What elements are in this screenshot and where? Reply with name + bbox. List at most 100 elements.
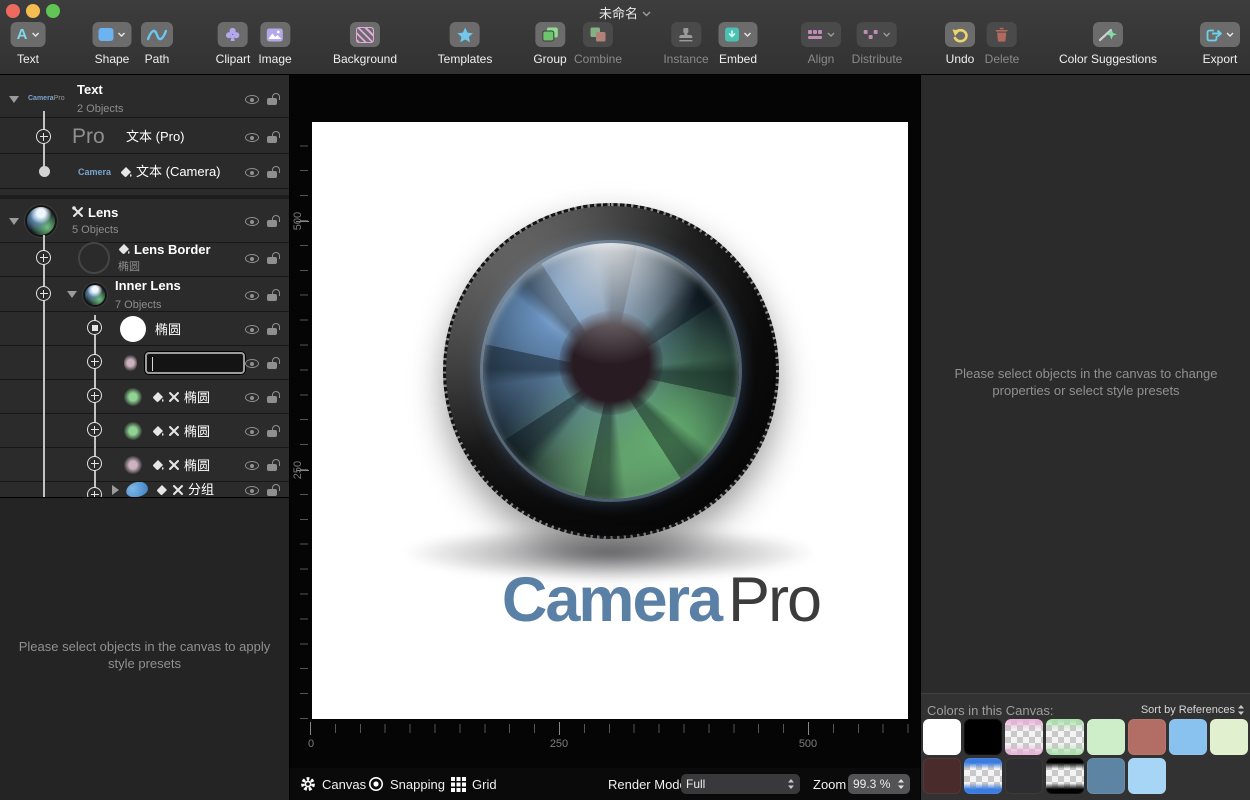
zoom-stepper[interactable]: 99.3 % [848,774,910,794]
embed-button[interactable]: Embed [719,22,758,66]
disclosure-triangle[interactable] [9,96,19,103]
visibility-eye-icon[interactable] [245,483,260,497]
color-swatch[interactable] [1005,719,1043,755]
snapping-icon [368,776,384,792]
visibility-eye-icon[interactable] [245,92,260,106]
visibility-eye-icon[interactable] [245,251,260,265]
visibility-eye-icon[interactable] [245,165,260,179]
color-swatch[interactable] [1210,719,1248,755]
color-swatch[interactable] [1005,758,1043,794]
disclosure-triangle[interactable] [112,485,119,495]
visibility-eye-icon[interactable] [245,424,260,438]
lock-icon[interactable] [267,458,280,472]
color-swatch[interactable] [1128,758,1166,794]
layer-title: 椭圆 [184,458,210,473]
visibility-eye-icon[interactable] [245,458,260,472]
image-button[interactable]: Image [258,22,291,66]
visibility-eye-icon[interactable] [245,288,260,302]
color-swatch[interactable] [1128,719,1166,755]
disclosure-triangle[interactable] [67,291,77,298]
render-mode-dropdown[interactable]: Full [681,774,800,794]
color-swatch[interactable] [923,719,961,755]
add-object-button[interactable] [87,354,102,369]
visibility-eye-icon[interactable] [245,214,260,228]
add-object-button[interactable] [36,250,51,265]
lock-icon[interactable] [267,424,280,438]
color-swatch[interactable] [964,719,1002,755]
lock-icon[interactable] [267,214,280,228]
undo-button[interactable]: Undo [945,22,975,66]
color-swatch[interactable] [1046,758,1084,794]
tree-node-dot [39,166,50,177]
color-swatch[interactable] [1046,719,1084,755]
chevron-down-icon [827,32,835,37]
document-title[interactable]: 未命名 [0,3,1250,22]
canvas-toggle[interactable]: Canvas [300,768,366,800]
clipart-icon [225,27,241,42]
text-tool-icon: A [17,27,28,42]
color-swatch[interactable] [923,758,961,794]
add-object-button[interactable] [87,388,102,403]
add-object-button[interactable] [36,286,51,301]
camera-lens-graphic[interactable] [443,203,779,539]
lock-icon[interactable] [267,130,280,144]
logo-camera-text: Camera [502,565,721,635]
lens-glass [483,243,739,499]
color-swatch[interactable] [1087,719,1125,755]
layer-title: 文本 (Camera) [136,164,221,179]
templates-button[interactable]: Templates [438,22,493,66]
zoom-label: Zoom [813,768,846,800]
lock-icon[interactable] [267,322,280,336]
layer-title: 椭圆 [184,424,210,439]
add-object-button[interactable] [36,129,51,144]
layer-thumbnail [120,316,146,342]
grid-toggle[interactable]: Grid [451,768,497,800]
lock-icon[interactable] [267,165,280,179]
lock-icon[interactable] [267,356,280,370]
ruler-label: 250 [292,456,304,484]
tools-icon [172,484,184,496]
artboard[interactable]: CameraPro [312,122,908,719]
path-tool-button[interactable]: Path [141,22,173,66]
color-swatch[interactable] [1169,719,1207,755]
lens-highlight [503,243,718,376]
visibility-eye-icon[interactable] [245,356,260,370]
properties-hint: properties or select style presets [992,383,1179,398]
visibility-eye-icon[interactable] [245,322,260,336]
color-suggestions-button[interactable]: Color Suggestions [1059,22,1157,66]
canvas-region[interactable]: 500 250 CameraPro 0 250 500 [290,75,920,768]
group-button[interactable]: Group [533,22,566,66]
background-button[interactable]: Background [333,22,397,66]
export-button[interactable]: Export [1200,22,1240,66]
shape-tool-button[interactable]: Shape [93,22,132,66]
lock-icon[interactable] [267,390,280,404]
ruler-tick [310,722,311,735]
layer-thumbnail [125,482,149,497]
color-swatch-grid [923,719,1248,794]
color-swatch[interactable] [964,758,1002,794]
sort-by-references-dropdown[interactable]: Sort by References [1141,704,1245,716]
text-caret [152,357,153,371]
logo-text[interactable]: CameraPro [502,569,820,632]
toolbar-label: Image [258,52,291,66]
lock-icon[interactable] [267,92,280,106]
tree-node-selected[interactable] [87,320,102,335]
text-tool-button[interactable]: A Text [11,22,46,66]
clipart-button[interactable]: Clipart [216,22,251,66]
snapping-toggle[interactable]: Snapping [368,768,445,800]
visibility-eye-icon[interactable] [245,130,260,144]
lock-icon[interactable] [267,251,280,265]
lock-icon[interactable] [267,288,280,302]
disclosure-triangle[interactable] [9,218,19,225]
align-icon [807,28,823,41]
layer-thumbnail [27,207,55,235]
layer-subtitle: 5 Objects [72,224,118,236]
color-swatch[interactable] [1087,758,1125,794]
lock-icon[interactable] [267,483,280,497]
toolbar-label: Path [145,52,170,66]
layer-thumbnail [124,388,142,406]
visibility-eye-icon[interactable] [245,390,260,404]
add-object-button[interactable] [87,422,102,437]
add-object-button[interactable] [87,456,102,471]
layer-rename-input[interactable] [145,352,245,374]
